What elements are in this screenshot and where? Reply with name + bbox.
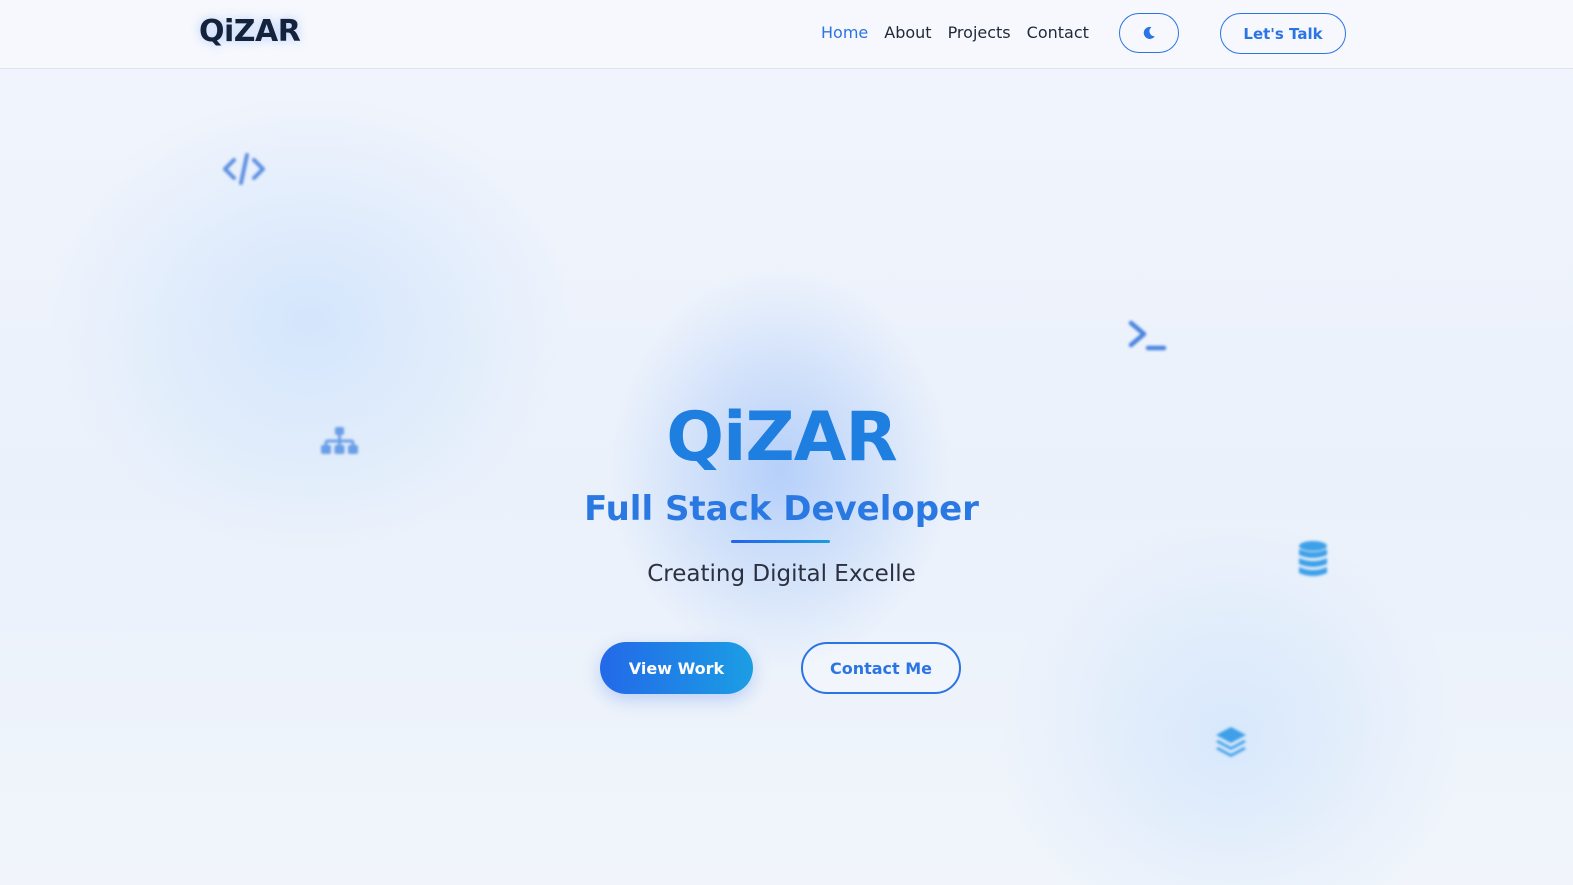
site-logo[interactable]: QiZAR	[199, 14, 301, 49]
main-nav: Home About Projects Contact	[821, 23, 1089, 42]
hero-tagline: Creating Digital Excelle	[647, 561, 916, 587]
layers-icon	[1216, 727, 1246, 757]
nav-link-home[interactable]: Home	[821, 23, 868, 42]
nav-link-about[interactable]: About	[884, 23, 931, 42]
nav-link-projects[interactable]: Projects	[948, 23, 1011, 42]
terminal-icon	[1128, 320, 1167, 351]
moon-icon	[1143, 26, 1155, 39]
contact-me-button[interactable]: Contact Me	[801, 642, 961, 694]
nav-link-contact[interactable]: Contact	[1027, 23, 1089, 42]
code-icon	[223, 153, 265, 185]
hero-subtitle: Full Stack Developer	[584, 489, 979, 529]
hero-title: QiZAR	[666, 398, 897, 477]
view-work-button[interactable]: View Work	[600, 642, 753, 694]
navbar: QiZAR Home About Projects Contact Let's …	[0, 0, 1573, 69]
hero-divider	[731, 540, 830, 543]
theme-toggle-button[interactable]	[1119, 13, 1179, 53]
lets-talk-button[interactable]: Let's Talk	[1220, 13, 1346, 54]
